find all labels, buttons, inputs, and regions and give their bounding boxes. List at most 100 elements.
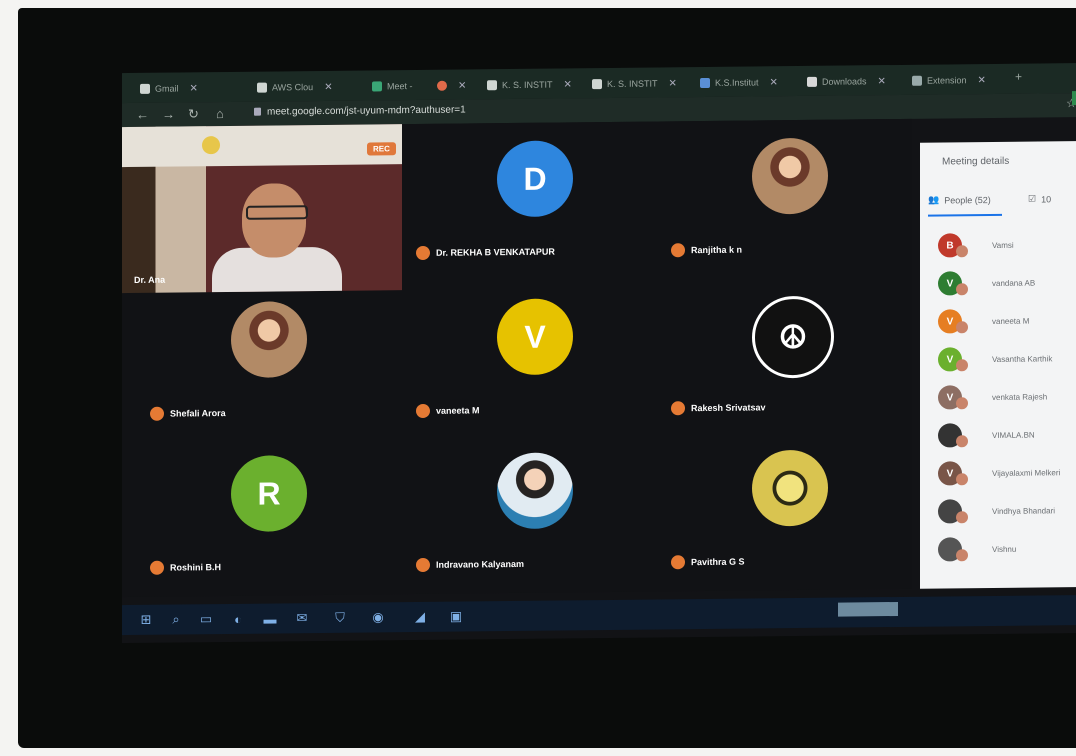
profile-button[interactable] <box>1072 90 1076 106</box>
mic-off-icon <box>150 406 164 421</box>
participant-name: Shefali Arora <box>150 406 226 421</box>
mic-off-icon <box>956 435 968 448</box>
shield-icon[interactable]: ⛉ <box>332 610 348 626</box>
tab-people[interactable]: 👥 People (52) <box>928 194 991 206</box>
mic-off-icon <box>416 245 430 261</box>
edge-icon[interactable]: ◐ <box>230 611 246 627</box>
close-tab-icon[interactable]: ✕ <box>770 77 778 88</box>
speaker-glasses <box>246 205 308 220</box>
back-icon[interactable]: ← <box>136 107 149 122</box>
task-view-icon[interactable]: ▭ <box>198 611 214 627</box>
list-item[interactable]: Vindhya Bhandari <box>938 497 1055 524</box>
tab-aws[interactable]: AWS Clou ✕ <box>257 77 333 98</box>
close-tab-icon[interactable]: ✕ <box>190 83 198 94</box>
list-item[interactable]: Vvaneeta M <box>938 308 1029 335</box>
participant-name: Rakesh Srivatsav <box>671 400 766 416</box>
search-icon[interactable]: ⌕ <box>168 611 184 627</box>
avatar <box>231 301 307 378</box>
mic-off-icon <box>956 511 968 524</box>
video-top-strip <box>122 124 402 168</box>
list-item[interactable]: V Vasantha Karthik <box>938 345 1052 372</box>
participant-tile[interactable]: R Roshini B.H <box>136 436 386 579</box>
participant-tile[interactable]: Indravano Kalyanam <box>402 434 652 577</box>
close-tab-icon[interactable]: ✕ <box>458 80 466 91</box>
close-tab-icon[interactable]: ✕ <box>564 79 572 90</box>
main-speaker-video[interactable]: REC Dr. Ana <box>122 124 402 294</box>
mic-off-icon <box>956 321 968 334</box>
avatar: R <box>231 455 307 532</box>
avatar <box>752 137 828 215</box>
tab-gmail[interactable]: Gmail ✕ <box>140 78 198 99</box>
tab-ks-institute-2[interactable]: K. S. INSTIT ✕ <box>592 73 677 94</box>
reload-icon[interactable]: ↻ <box>188 106 199 122</box>
mic-off-icon <box>150 560 164 575</box>
avatar <box>202 136 220 155</box>
puzzle-icon <box>912 75 922 86</box>
aws-icon <box>257 82 267 93</box>
list-item[interactable]: V Vijayalaxmi Melkeri <box>938 459 1060 486</box>
page-icon <box>487 80 497 91</box>
participant-name: Pavithra G S <box>671 555 745 570</box>
tab-ks-institute-3[interactable]: K.S.Institut ✕ <box>700 72 778 93</box>
tab-extensions[interactable]: Extension ✕ <box>912 70 986 91</box>
photos-icon[interactable]: ◢ <box>412 609 428 625</box>
page-icon <box>592 79 602 90</box>
participant-name: Roshini B.H <box>150 560 221 575</box>
mic-off-icon <box>416 557 430 573</box>
mic-off-icon <box>956 473 968 486</box>
meeting-stage: REC Dr. Ana D Dr. REKHA B VENKATAPUR Ran… <box>122 118 912 598</box>
screen: Gmail ✕ AWS Clou ✕ Meet - ✕ K. S. INSTIT ✕ … <box>122 62 1076 644</box>
close-tab-icon[interactable]: ✕ <box>878 76 886 87</box>
gmail-icon <box>140 83 150 94</box>
close-tab-icon[interactable]: ✕ <box>669 78 677 89</box>
panel-title: Meeting details <box>942 155 1010 168</box>
people-icon: 👥 <box>928 194 940 205</box>
windows-icon[interactable]: ⊞ <box>138 612 154 628</box>
rec-badge: REC <box>367 142 396 156</box>
system-tray[interactable] <box>838 601 898 617</box>
list-item[interactable]: VIMALA.BN <box>938 422 1035 449</box>
participant-tile[interactable]: V vaneeta M <box>402 280 652 423</box>
app-icon[interactable]: ▣ <box>448 609 464 625</box>
tab-unnamed[interactable]: ✕ <box>437 75 466 95</box>
participant-tile[interactable]: Ranjitha k n <box>657 119 907 262</box>
list-item[interactable]: Vishnu <box>938 536 1016 563</box>
close-tab-icon[interactable]: ✕ <box>978 75 986 86</box>
chat-icon: ☑ <box>1028 193 1037 204</box>
participant-tile[interactable]: ☮ Rakesh Srivatsav <box>657 277 907 420</box>
mic-off-icon <box>956 359 968 372</box>
new-tab-button[interactable]: + <box>1015 70 1022 84</box>
home-icon[interactable]: ⌂ <box>216 106 224 121</box>
record-icon <box>437 80 447 91</box>
peace-sign-icon: ☮ <box>752 295 834 379</box>
mic-off-icon <box>956 549 968 562</box>
forward-icon[interactable]: → <box>162 107 175 122</box>
mail-icon[interactable]: ✉ <box>294 610 310 626</box>
mic-off-icon <box>671 555 685 570</box>
page-icon <box>700 77 710 89</box>
participant-tile[interactable]: Shefali Arora <box>136 282 386 425</box>
tab-downloads[interactable]: Downloads ✕ <box>807 71 886 92</box>
tab-ks-institute-1[interactable]: K. S. INSTIT ✕ <box>487 74 572 95</box>
mic-off-icon <box>671 243 685 258</box>
participant-tile[interactable]: Pavithra G S <box>657 431 907 574</box>
avatar: V <box>497 298 573 376</box>
participant-name: Indravano Kalyanam <box>416 557 524 573</box>
side-panel: Meeting details 👥 People (52) ☑ 10 B Vamsi … <box>920 140 1076 589</box>
list-item[interactable]: Vvandana AB <box>938 270 1035 297</box>
close-tab-icon[interactable]: ✕ <box>324 81 332 92</box>
url-field[interactable]: meet.google.com/jst-uyum-mdm?authuser=1 <box>254 105 466 118</box>
avatar <box>752 449 828 527</box>
avatar <box>497 452 573 530</box>
participant-tile[interactable]: D Dr. REKHA B VENKATAPUR <box>402 122 652 265</box>
tab-chat[interactable]: ☑ 10 <box>1028 193 1051 204</box>
mic-off-icon <box>956 397 968 410</box>
tab-meet[interactable]: Meet - <box>372 76 413 96</box>
download-icon <box>807 76 817 87</box>
store-icon[interactable]: ◉ <box>370 609 386 625</box>
file-explorer-icon[interactable]: ▬ <box>262 610 278 626</box>
list-item[interactable]: B Vamsi <box>938 232 1014 259</box>
windows-taskbar: ⊞ ⌕ ▭ ◐ ▬ ✉ ⛉ ◉ ◢ ▣ <box>122 594 1076 636</box>
participant-name: Ranjitha k n <box>671 243 742 258</box>
list-item[interactable]: Vvenkata Rajesh <box>938 383 1047 410</box>
